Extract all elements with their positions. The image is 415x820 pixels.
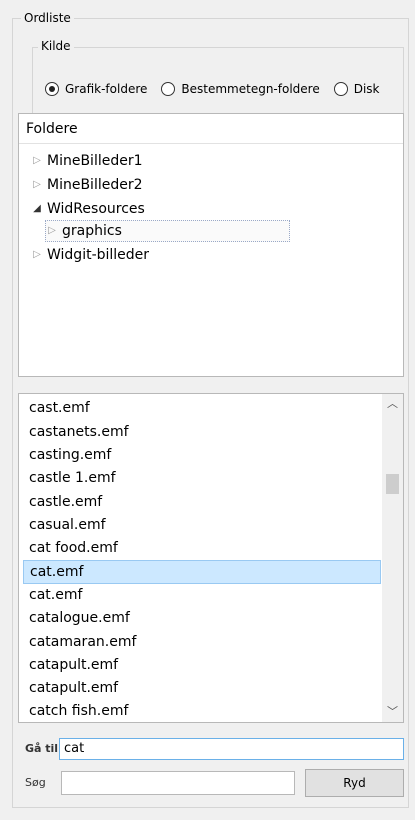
tree-item-label: graphics (62, 223, 122, 239)
list-item[interactable]: casual.emf (23, 513, 381, 537)
wordlist-group-title: Ordliste (21, 11, 74, 25)
search-label: Søg (25, 776, 46, 789)
folder-tree-header: Foldere (19, 114, 403, 144)
list-item[interactable]: castle 1.emf (23, 466, 381, 490)
triangle-right-icon[interactable]: ▷ (31, 244, 43, 266)
radio-label: Grafik-foldere (65, 82, 148, 96)
triangle-right-icon[interactable]: ▷ (31, 150, 43, 172)
search-input[interactable] (61, 771, 295, 795)
list-item[interactable]: castanets.emf (23, 420, 381, 444)
chevron-down-icon[interactable]: ﹀ (382, 702, 403, 722)
list-item[interactable]: catalogue.emf (23, 606, 381, 630)
folder-tree[interactable]: Foldere ▷ MineBilleder1 ▷ MineBilleder2 … (18, 113, 404, 377)
goto-input[interactable]: cat (59, 738, 404, 760)
list-item[interactable]: cat.emf (23, 583, 381, 607)
word-list-panel: Ordliste Kilde Grafik-foldere Bestemmete… (0, 0, 415, 820)
tree-item-minebilleder1[interactable]: ▷ MineBilleder1 (31, 150, 143, 172)
radio-symbol-folders[interactable]: Bestemmetegn-foldere (161, 82, 320, 96)
tree-item-label: MineBilleder2 (47, 177, 143, 193)
file-list[interactable]: cast.emf castanets.emf casting.emf castl… (18, 393, 404, 723)
list-item[interactable]: catamaran.emf (23, 630, 381, 654)
triangle-right-icon[interactable]: ▷ (31, 174, 43, 196)
radio-label: Bestemmetegn-foldere (181, 82, 320, 96)
chevron-up-icon[interactable]: ︿ (382, 394, 403, 414)
source-radio-group: Grafik-foldere Bestemmetegn-foldere Disk (45, 82, 393, 96)
list-item[interactable]: catapult.emf (23, 676, 381, 700)
list-item[interactable]: cast.emf (23, 396, 381, 420)
tree-item-widgit-billeder[interactable]: ▷ Widgit-billeder (31, 244, 149, 266)
list-item[interactable]: catch fish.emf (23, 699, 381, 722)
triangle-right-icon[interactable]: ▷ (46, 220, 58, 242)
tree-item-minebilleder2[interactable]: ▷ MineBilleder2 (31, 174, 143, 196)
triangle-down-icon[interactable]: ◢ (31, 198, 43, 220)
file-list-scrollbar[interactable]: ︿ ﹀ (382, 394, 403, 722)
radio-unchecked-icon (161, 82, 176, 96)
list-item[interactable]: cat food.emf (23, 536, 381, 560)
list-item[interactable]: castle.emf (23, 490, 381, 514)
tree-item-graphics[interactable]: ▷ graphics (45, 220, 290, 242)
source-group-title: Kilde (38, 39, 74, 53)
tree-item-label: WidResources (47, 201, 145, 217)
radio-unchecked-icon (333, 82, 348, 96)
goto-label: Gå til (25, 742, 59, 755)
scroll-thumb[interactable] (386, 474, 399, 494)
tree-item-label: Widgit-billeder (47, 247, 150, 263)
list-item-selected[interactable]: cat.emf (23, 560, 381, 584)
tree-item-widresources[interactable]: ◢ WidResources (31, 198, 145, 220)
radio-graphic-folders[interactable]: Grafik-foldere (45, 82, 147, 96)
radio-checked-icon (45, 82, 59, 96)
radio-label: Disk (353, 82, 380, 96)
radio-disk[interactable]: Disk (333, 82, 380, 96)
list-item[interactable]: catapult.emf (23, 653, 381, 677)
list-item[interactable]: casting.emf (23, 443, 381, 467)
tree-item-label: MineBilleder1 (47, 153, 143, 169)
clear-button[interactable]: Ryd (305, 769, 404, 797)
